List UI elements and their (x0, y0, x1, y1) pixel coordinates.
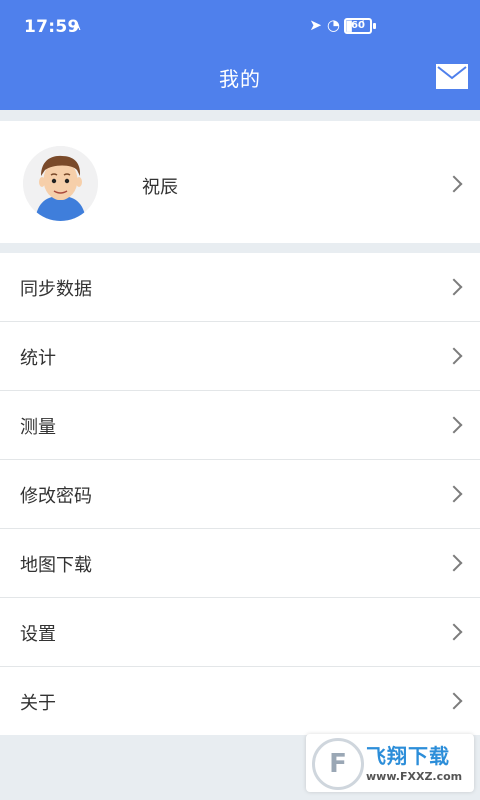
chevron-right-icon (445, 347, 463, 365)
watermark-logo-icon: F (312, 738, 364, 790)
chevron-right-icon (445, 175, 463, 193)
notification-indicator: A (73, 20, 81, 33)
watermark: F 飞翔下载 www.FXXZ.com (306, 734, 474, 792)
menu-item-measure[interactable]: 测量 (0, 391, 480, 460)
chevron-right-icon (445, 416, 463, 434)
alarm-icon: ◔ (326, 16, 340, 34)
battery-indicator: 60 (344, 18, 372, 34)
profile-card[interactable]: 祝辰 (0, 121, 480, 243)
mail-icon[interactable] (436, 64, 468, 89)
menu-item-label: 关于 (20, 693, 56, 714)
watermark-url: www.FXXZ.com (366, 770, 463, 783)
menu-item-sync-data[interactable]: 同步数据 (0, 253, 480, 322)
menu-item-label: 设置 (20, 624, 56, 645)
chevron-right-icon (445, 692, 463, 710)
location-icon: ➤ (309, 16, 322, 34)
menu-item-map-download[interactable]: 地图下载 (0, 529, 480, 598)
battery-cap (373, 23, 376, 29)
top-bar: 17:59 A ➤ ◔ ▮ ◜ 60 我的 (0, 0, 480, 110)
status-time: 17:59 (24, 17, 80, 37)
menu-item-label: 地图下载 (20, 555, 92, 576)
menu-item-label: 修改密码 (20, 486, 92, 507)
menu-item-change-password[interactable]: 修改密码 (0, 460, 480, 529)
settings-menu: 同步数据 统计 测量 修改密码 地图下载 设置 关于 (0, 253, 480, 735)
menu-item-label: 统计 (20, 348, 56, 369)
menu-item-statistics[interactable]: 统计 (0, 322, 480, 391)
menu-item-label: 同步数据 (20, 279, 92, 300)
profile-name: 祝辰 (142, 177, 178, 198)
chevron-right-icon (445, 278, 463, 296)
menu-item-label: 测量 (20, 417, 56, 438)
chevron-right-icon (445, 554, 463, 572)
status-bar: 17:59 A ➤ ◔ ▮ ◜ 60 (0, 0, 480, 56)
avatar (23, 146, 98, 221)
chevron-right-icon (445, 485, 463, 503)
menu-item-settings[interactable]: 设置 (0, 598, 480, 667)
menu-item-about[interactable]: 关于 (0, 667, 480, 735)
watermark-title: 飞翔下载 (366, 744, 450, 768)
page-title: 我的 (219, 67, 261, 91)
chevron-right-icon (445, 623, 463, 641)
